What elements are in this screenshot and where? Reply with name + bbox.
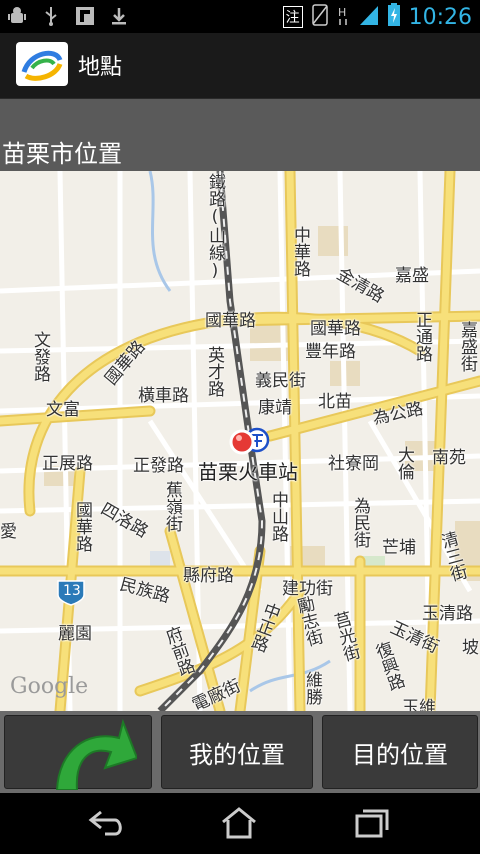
location-name: 苗栗市位置 bbox=[2, 140, 122, 168]
map-label-zhengtong: 正通路 bbox=[412, 311, 432, 362]
map-label-weisheng: 維勝 bbox=[302, 671, 322, 705]
system-status: 注 H 10:26 bbox=[282, 3, 472, 31]
nav-recent-apps-icon[interactable] bbox=[352, 803, 394, 843]
download-icon bbox=[108, 5, 130, 27]
map-label-fengnian: 豐年路 bbox=[305, 342, 356, 362]
map-view[interactable]: 鐵路(山線) 國華路 國華路 國華路 國華路 中華路 金清路 嘉盛 正通路 嘉盛… bbox=[0, 171, 480, 711]
map-label-route-13: 13 bbox=[63, 583, 81, 599]
map-label-shequ: 社寮岡 bbox=[328, 454, 379, 474]
notification-icons bbox=[6, 5, 130, 27]
android-debug-icon bbox=[6, 5, 28, 27]
flipboard-icon bbox=[74, 5, 96, 27]
status-bar: 注 H 10:26 bbox=[0, 0, 480, 33]
battery-charging-icon bbox=[387, 3, 401, 31]
map-label-guohua-top: 國華路 bbox=[205, 311, 256, 331]
navigation-bar bbox=[0, 793, 480, 854]
location-header: 苗栗市位置 bbox=[0, 99, 480, 171]
usb-icon bbox=[40, 5, 62, 27]
map-label-ai: 愛 bbox=[0, 522, 17, 542]
nav-home-icon[interactable] bbox=[218, 803, 260, 843]
svg-text:H: H bbox=[338, 6, 346, 19]
my-location-button[interactable]: 我的位置 bbox=[161, 715, 313, 789]
google-attribution: Google bbox=[10, 674, 89, 699]
data-h-icon: H bbox=[337, 4, 351, 30]
clock: 10:26 bbox=[408, 4, 472, 30]
signal-icon bbox=[359, 4, 379, 30]
location-marker-icon bbox=[229, 429, 255, 455]
map-label-station: 苗栗火車站 bbox=[198, 460, 298, 484]
map-label-weimin: 為民街 bbox=[350, 497, 370, 548]
ime-indicator: 注 bbox=[282, 6, 303, 28]
map-label-beimiao: 北苗 bbox=[318, 392, 352, 412]
map-label-yuwei: 玉維 bbox=[402, 698, 436, 711]
bottom-button-bar: 我的位置 目的位置 bbox=[0, 711, 480, 793]
app-logo-icon[interactable] bbox=[16, 42, 68, 86]
map-label-yuqing: 玉清路 bbox=[422, 604, 473, 624]
map-label-mangbu: 芒埔 bbox=[382, 538, 416, 558]
map-label-wenfa: 文發路 bbox=[30, 331, 50, 382]
map-label-jiaoling: 蕉嶺街 bbox=[162, 481, 182, 532]
destination-button[interactable]: 目的位置 bbox=[322, 715, 478, 789]
map-label-yimin: 義民街 bbox=[255, 371, 306, 391]
map-label-zhonghua: 中華路 bbox=[290, 226, 310, 277]
map-label-wenfu: 文富 bbox=[46, 400, 80, 420]
map-label-guohua-right: 國華路 bbox=[310, 319, 361, 339]
map-label-danan: 大倫 bbox=[394, 446, 414, 480]
back-button[interactable] bbox=[4, 715, 152, 790]
action-bar: 地點 bbox=[0, 33, 480, 99]
map-label-yingcai: 英才路 bbox=[204, 346, 224, 397]
map-label-zhengzhan: 正展路 bbox=[42, 454, 93, 474]
green-curved-back-arrow-icon bbox=[55, 718, 137, 790]
map-label-nanyuan: 南苑 bbox=[432, 448, 466, 468]
map-label-po: 坡 bbox=[462, 638, 479, 658]
map-label-railway: 鐵路(山線) bbox=[205, 173, 225, 281]
screen-title: 地點 bbox=[78, 55, 123, 80]
map-label-hengling: 橫車路 bbox=[138, 386, 189, 406]
map-label-jiasheng-st: 嘉盛街 bbox=[457, 321, 477, 372]
no-sim-icon bbox=[311, 4, 329, 30]
map-label-zhengfa: 正發路 bbox=[133, 456, 184, 476]
nav-back-icon[interactable] bbox=[86, 803, 128, 843]
map-label-zhongshan: 中山路 bbox=[268, 491, 288, 542]
map-label-jiasheng: 嘉盛 bbox=[395, 266, 429, 286]
map-label-xianfu: 縣府路 bbox=[183, 566, 234, 586]
map-label-kangjing: 康靖 bbox=[258, 398, 292, 418]
map-label-liyuan: 麗園 bbox=[58, 624, 92, 644]
map-label-guohua-bottom: 國華路 bbox=[72, 501, 92, 552]
